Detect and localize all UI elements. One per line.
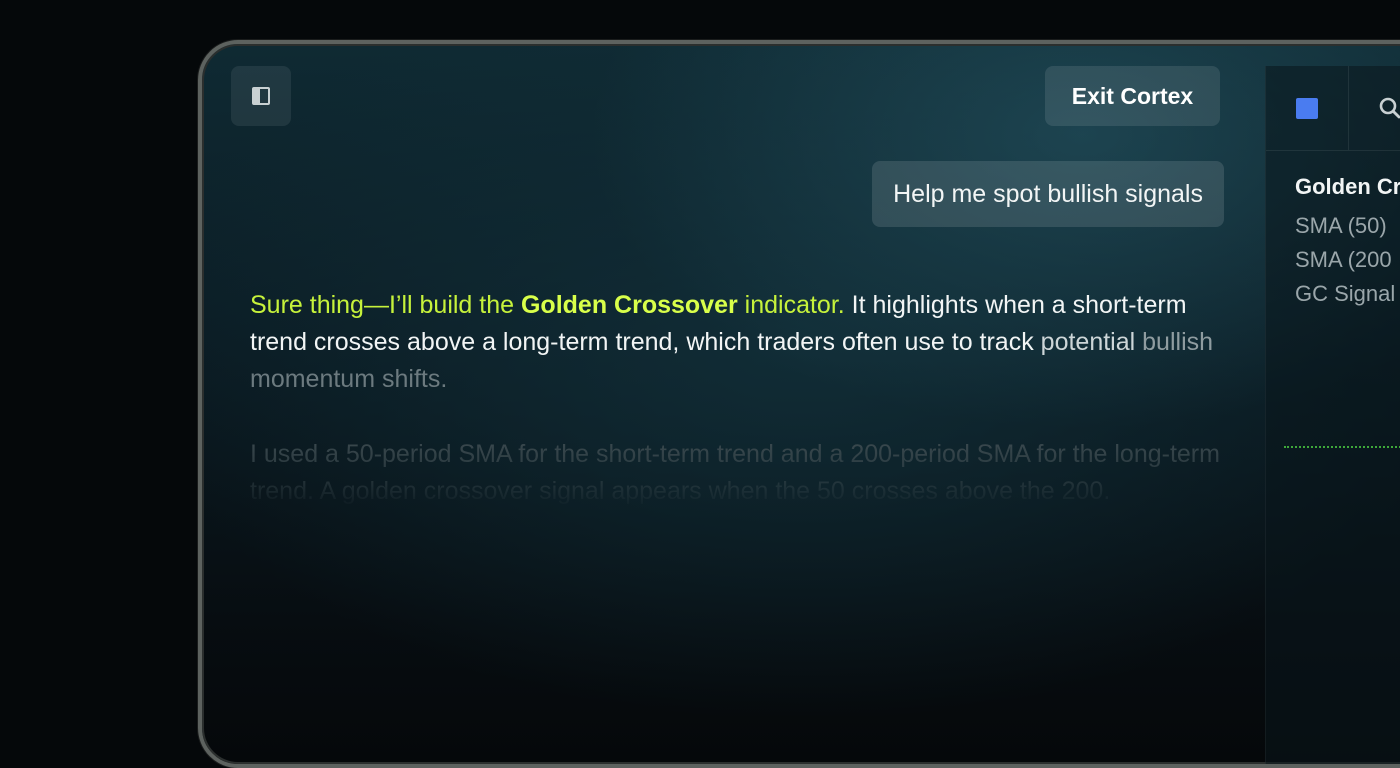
color-swatch [1296,97,1318,119]
indicator-title: Golden Cr [1295,174,1400,199]
indicator-toolbar [1266,66,1400,151]
search-button[interactable] [1349,66,1400,150]
sidebar-toggle-button[interactable] [231,66,291,126]
reply-highlight-tail: indicator. [737,291,845,319]
signal-line [1284,446,1400,448]
reply-fade-text: momentum shifts. [250,365,448,393]
exit-cortex-button[interactable]: Exit Cortex [1045,66,1220,126]
panel-left-icon [252,87,270,105]
color-picker-button[interactable] [1266,66,1349,150]
reply-highlight: Sure thing—I’ll build the Golden Crossov… [250,291,845,319]
indicator-panel: Golden Cr SMA (50) SMA (200 GC Signal [1265,66,1400,764]
indicator-item-sma200[interactable]: SMA (200 [1295,247,1392,273]
app-window: Exit Cortex Help me spot bullish signals… [198,40,1400,768]
reply-fade-text: potential [1040,328,1136,356]
assistant-reply: Sure thing—I’ll build the Golden Crossov… [250,287,1220,398]
user-message: Help me spot bullish signals [872,161,1224,227]
reply-highlight-lead: Sure thing—I’ll build the [250,291,521,319]
reply-fade-text: bullish [1135,328,1214,356]
indicator-item-sma50[interactable]: SMA (50) [1295,213,1387,239]
indicator-name: Golden Crossover [520,291,738,319]
assistant-reply-streaming: I used a 50-period SMA for the short-ter… [250,440,1220,505]
search-icon [1379,97,1400,119]
indicator-item-gc-signal[interactable]: GC Signal [1295,281,1395,307]
